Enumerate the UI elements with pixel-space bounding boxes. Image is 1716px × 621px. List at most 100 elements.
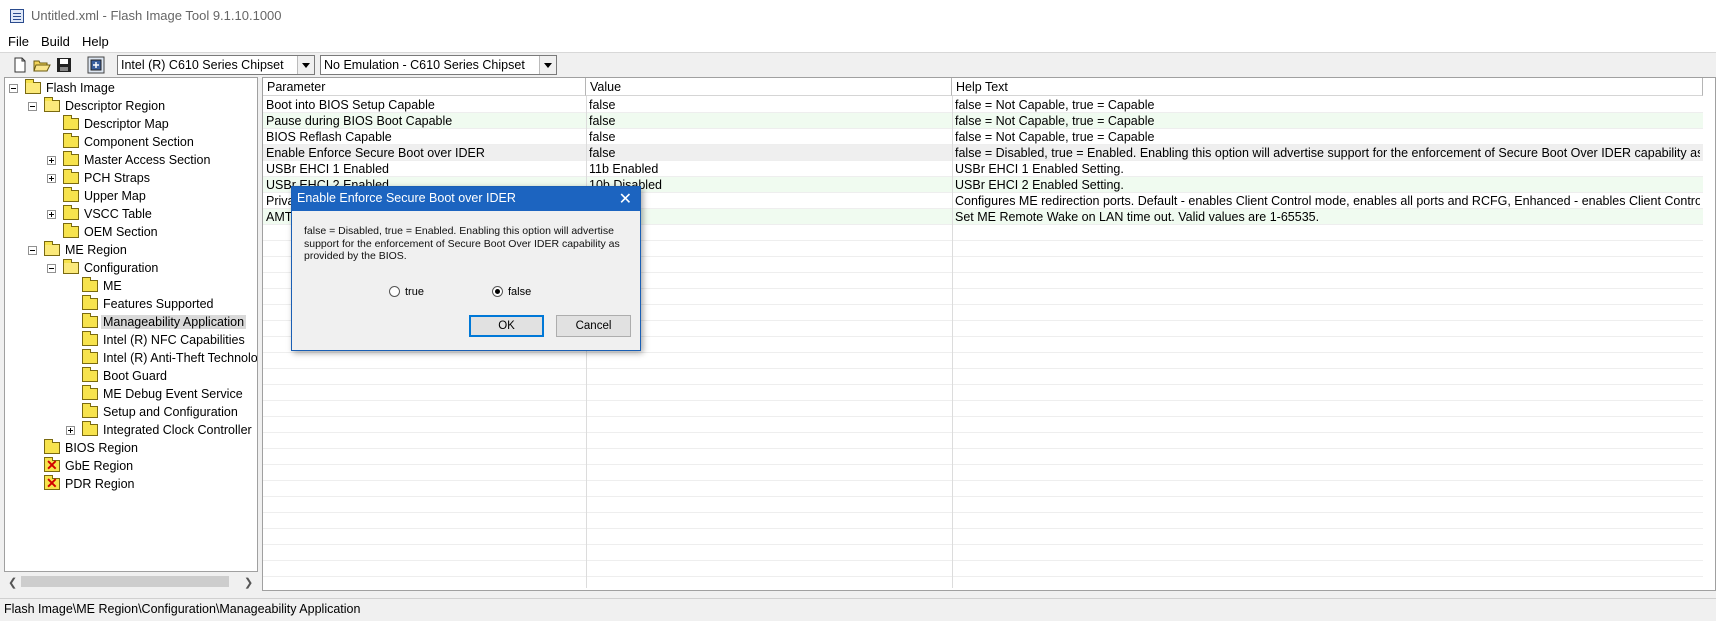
column-header-parameter[interactable]: Parameter <box>263 78 586 96</box>
collapse-icon[interactable] <box>9 84 18 93</box>
folder-icon <box>82 421 98 436</box>
value-cell[interactable]: 11b Enabled <box>589 162 949 176</box>
menu-file[interactable]: File <box>8 34 29 49</box>
grid-line <box>263 512 1703 513</box>
new-file-icon[interactable] <box>11 56 29 74</box>
value-cell[interactable]: false <box>589 130 949 144</box>
collapse-icon[interactable] <box>28 102 37 111</box>
close-icon[interactable]: ✕ <box>619 189 632 209</box>
table-row[interactable]: BIOS Reflash Capable false false = Not Cap… <box>263 129 1703 145</box>
tree-item-label: ME Region <box>65 243 127 257</box>
grid-line <box>263 144 1703 145</box>
tree-item-label: Setup and Configuration <box>103 405 238 419</box>
tree-item-label: Flash Image <box>46 81 115 95</box>
radio-false[interactable] <box>492 286 503 297</box>
value-cell[interactable]: 10b Disabled <box>589 178 949 192</box>
chipset-select-value: Intel (R) C610 Series Chipset <box>121 58 284 72</box>
folder-icon <box>63 187 79 202</box>
folder-open-icon <box>63 259 79 274</box>
scroll-left-icon[interactable]: ❮ <box>8 576 17 589</box>
open-folder-icon[interactable] <box>33 56 51 74</box>
grid-line <box>263 432 1703 433</box>
parameter-cell: BIOS Reflash Capable <box>266 130 392 144</box>
scroll-right-icon[interactable]: ❯ <box>244 576 253 589</box>
parameter-cell: Pause during BIOS Boot Capable <box>266 114 453 128</box>
folder-icon <box>63 223 79 238</box>
expand-icon[interactable] <box>47 210 56 219</box>
tree-item-label: GbE Region <box>65 459 134 473</box>
chevron-down-icon[interactable] <box>297 56 314 74</box>
app-icon <box>10 9 24 23</box>
scrollbar-thumb[interactable] <box>21 576 229 587</box>
dialog-title: Enable Enforce Secure Boot over IDER <box>297 191 516 205</box>
tree-item-label: Intel (R) NFC Capabilities <box>103 333 245 347</box>
dialog-title-bar[interactable]: Enable Enforce Secure Boot over IDER ✕ <box>292 187 640 211</box>
edit-value-dialog: Enable Enforce Secure Boot over IDER ✕ f… <box>291 186 641 351</box>
grid-line <box>263 448 1703 449</box>
radio-true-label[interactable]: true <box>405 286 424 298</box>
toolbar: Intel (R) C610 Series Chipset No Emulati… <box>0 52 1716 79</box>
folder-icon <box>82 331 98 346</box>
tree-item-label: Boot Guard <box>103 369 167 383</box>
grid-line <box>263 480 1703 481</box>
column-header-help-text[interactable]: Help Text <box>952 78 1703 96</box>
folder-disabled-icon <box>44 475 60 490</box>
value-cell[interactable]: false <box>589 114 949 128</box>
tree-item-label: Configuration <box>84 261 159 275</box>
tree-item-label: VSCC Table <box>84 207 152 221</box>
menu-build[interactable]: Build <box>41 34 70 49</box>
grid-line <box>263 576 1703 577</box>
folder-open-icon <box>44 97 60 112</box>
expand-icon[interactable] <box>47 174 56 183</box>
tree-item-label: PCH Straps <box>84 171 150 185</box>
collapse-icon[interactable] <box>28 246 37 255</box>
tree-item-label: ME <box>103 279 122 293</box>
collapse-icon[interactable] <box>47 264 56 273</box>
table-row[interactable]: Pause during BIOS Boot Capable false false… <box>263 113 1703 129</box>
help-text-cell: false = Not Capable, true = Capable <box>955 114 1155 128</box>
help-text-cell: USBr EHCI 2 Enabled Setting. <box>955 178 1124 192</box>
value-cell[interactable]: false <box>589 146 949 160</box>
tree-item-label: Features Supported <box>103 297 214 311</box>
table-row[interactable]: Enable Enforce Secure Boot over IDER fals… <box>263 145 1703 161</box>
column-header-value[interactable]: Value <box>586 78 952 96</box>
ok-button[interactable]: OK <box>469 315 544 337</box>
tree-item-label: Descriptor Map <box>84 117 169 131</box>
chevron-down-icon[interactable] <box>539 56 556 74</box>
help-text-cell: USBr EHCI 1 Enabled Setting. <box>955 162 1124 176</box>
tree-horizontal-scrollbar[interactable]: ❮ ❯ <box>5 573 257 590</box>
parameter-cell: USBr EHCI 1 Enabled <box>266 162 389 176</box>
region-tree: Flash Image Descriptor Region Descriptor M… <box>4 77 258 572</box>
column-divider <box>952 96 953 588</box>
tree-item-label: Intel (R) Anti-Theft Technolog <box>103 351 258 365</box>
table-row[interactable]: Boot into BIOS Setup Capable false false =… <box>263 97 1703 113</box>
folder-icon <box>82 403 98 418</box>
folder-icon <box>82 385 98 400</box>
grid-line <box>263 160 1703 161</box>
tree-item-label: Integrated Clock Controller <box>103 423 252 437</box>
chipset-select[interactable]: Intel (R) C610 Series Chipset <box>117 55 315 75</box>
radio-true[interactable] <box>389 286 400 297</box>
emulation-select[interactable]: No Emulation - C610 Series Chipset <box>320 55 557 75</box>
grid-line <box>263 368 1703 369</box>
menu-help[interactable]: Help <box>82 34 109 49</box>
grid-line <box>263 112 1703 113</box>
save-icon[interactable] <box>55 56 73 74</box>
folder-open-icon <box>25 79 41 94</box>
folder-icon <box>44 439 60 454</box>
grid-line <box>263 400 1703 401</box>
tree-item-label: OEM Section <box>84 225 158 239</box>
folder-icon <box>82 295 98 310</box>
cancel-button[interactable]: Cancel <box>556 315 631 337</box>
tree-item-label: PDR Region <box>65 477 135 491</box>
radio-false-label[interactable]: false <box>508 286 531 298</box>
table-row[interactable]: USBr EHCI 1 Enabled 11b Enabled USBr EHCI … <box>263 161 1703 177</box>
tree-item-label: BIOS Region <box>65 441 138 455</box>
folder-icon <box>82 367 98 382</box>
build-image-icon[interactable] <box>87 56 105 74</box>
folder-icon <box>82 349 98 364</box>
expand-icon[interactable] <box>66 426 75 435</box>
expand-icon[interactable] <box>47 156 56 165</box>
help-text-cell: false = Not Capable, true = Capable <box>955 98 1155 112</box>
value-cell[interactable]: false <box>589 98 949 112</box>
